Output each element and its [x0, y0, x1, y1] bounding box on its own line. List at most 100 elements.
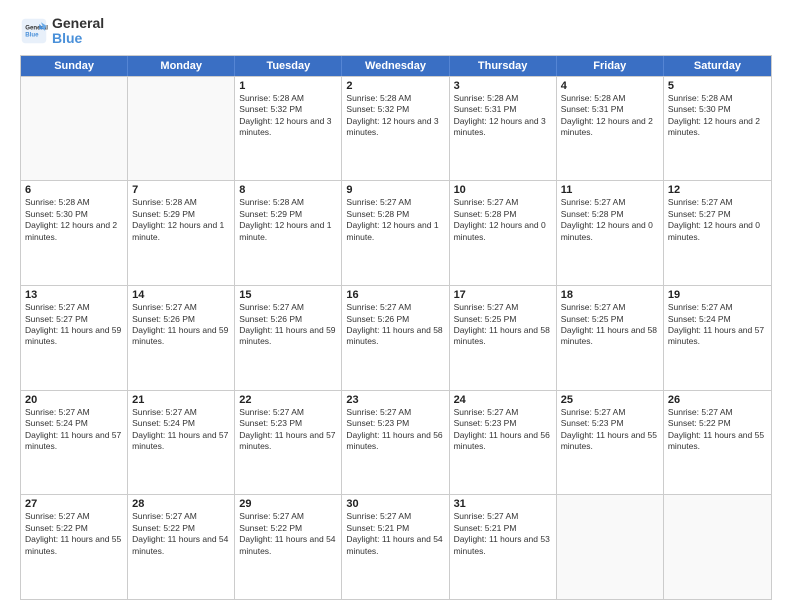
day-number: 21 — [132, 394, 230, 406]
calendar-cell: 25Sunrise: 5:27 AM Sunset: 5:23 PM Dayli… — [557, 391, 664, 495]
calendar-cell: 11Sunrise: 5:27 AM Sunset: 5:28 PM Dayli… — [557, 181, 664, 285]
weekday-header: Sunday — [21, 56, 128, 76]
calendar-cell — [557, 495, 664, 599]
cell-details: Sunrise: 5:27 AM Sunset: 5:21 PM Dayligh… — [454, 511, 552, 557]
cell-details: Sunrise: 5:27 AM Sunset: 5:22 PM Dayligh… — [132, 511, 230, 557]
day-number: 18 — [561, 289, 659, 301]
day-number: 16 — [346, 289, 444, 301]
cell-details: Sunrise: 5:27 AM Sunset: 5:21 PM Dayligh… — [346, 511, 444, 557]
weekday-header: Saturday — [664, 56, 771, 76]
day-number: 19 — [668, 289, 767, 301]
calendar-row: 27 Sunrise: 5:27 AM Sunset: 5:22 PM Dayli… — [21, 494, 771, 599]
calendar-cell: 5Sunrise: 5:28 AM Sunset: 5:30 PM Daylig… — [664, 77, 771, 181]
cell-details: Sunrise: 5:27 AM Sunset: 5:22 PM Dayligh… — [668, 407, 767, 453]
calendar-body: 1 Sunrise: 5:28 AM Sunset: 5:32 PM Daylig… — [21, 76, 771, 599]
page-header: General Blue General Blue — [20, 16, 772, 47]
calendar-cell: 13Sunrise: 5:27 AM Sunset: 5:27 PM Dayli… — [21, 286, 128, 390]
calendar-cell: 15Sunrise: 5:27 AM Sunset: 5:26 PM Dayli… — [235, 286, 342, 390]
calendar-cell: 19Sunrise: 5:27 AM Sunset: 5:24 PM Dayli… — [664, 286, 771, 390]
cell-details: Sunrise: 5:27 AM Sunset: 5:23 PM Dayligh… — [346, 407, 444, 453]
cell-details: Sunrise: 5:27 AM Sunset: 5:25 PM Dayligh… — [454, 302, 552, 348]
day-number: 27 — [25, 498, 123, 510]
logo-text: General Blue — [52, 16, 104, 47]
calendar-cell: 20Sunrise: 5:27 AM Sunset: 5:24 PM Dayli… — [21, 391, 128, 495]
cell-details: Sunrise: 5:28 AM Sunset: 5:32 PM Dayligh… — [346, 93, 444, 139]
calendar-cell — [21, 77, 128, 181]
day-number: 20 — [25, 394, 123, 406]
day-number: 3 — [454, 80, 552, 92]
cell-details: Sunrise: 5:28 AM Sunset: 5:30 PM Dayligh… — [668, 93, 767, 139]
day-number: 1 — [239, 80, 337, 92]
calendar-cell: 6Sunrise: 5:28 AM Sunset: 5:30 PM Daylig… — [21, 181, 128, 285]
logo-icon: General Blue — [20, 17, 48, 45]
calendar-row: 13Sunrise: 5:27 AM Sunset: 5:27 PM Dayli… — [21, 285, 771, 390]
calendar-cell — [128, 77, 235, 181]
calendar-cell: 27Sunrise: 5:27 AM Sunset: 5:22 PM Dayli… — [21, 495, 128, 599]
calendar-cell: 2Sunrise: 5:28 AM Sunset: 5:32 PM Daylig… — [342, 77, 449, 181]
weekday-header: Monday — [128, 56, 235, 76]
cell-details: Sunrise: 5:27 AM Sunset: 5:23 PM Dayligh… — [239, 407, 337, 453]
cell-details: Sunrise: 5:27 AM Sunset: 5:22 PM Dayligh… — [239, 511, 337, 557]
calendar-row: 1 Sunrise: 5:28 AM Sunset: 5:32 PM Daylig… — [21, 76, 771, 181]
day-number: 9 — [346, 184, 444, 196]
day-number: 4 — [561, 80, 659, 92]
calendar-row: 20Sunrise: 5:27 AM Sunset: 5:24 PM Dayli… — [21, 390, 771, 495]
calendar-cell: 17Sunrise: 5:27 AM Sunset: 5:25 PM Dayli… — [450, 286, 557, 390]
cell-details: Sunrise: 5:27 AM Sunset: 5:26 PM Dayligh… — [239, 302, 337, 348]
cell-details: Sunrise: 5:27 AM Sunset: 5:27 PM Dayligh… — [668, 197, 767, 243]
calendar-grid: SundayMondayTuesdayWednesdayThursdayFrid… — [20, 55, 772, 600]
day-number: 28 — [132, 498, 230, 510]
cell-details: Sunrise: 5:27 AM Sunset: 5:24 PM Dayligh… — [25, 407, 123, 453]
logo: General Blue General Blue — [20, 16, 104, 47]
cell-details: Sunrise: 5:28 AM Sunset: 5:29 PM Dayligh… — [239, 197, 337, 243]
weekday-header: Tuesday — [235, 56, 342, 76]
svg-text:Blue: Blue — [25, 32, 39, 39]
calendar-cell: 3Sunrise: 5:28 AM Sunset: 5:31 PM Daylig… — [450, 77, 557, 181]
calendar-cell: 23Sunrise: 5:27 AM Sunset: 5:23 PM Dayli… — [342, 391, 449, 495]
cell-details: Sunrise: 5:28 AM Sunset: 5:31 PM Dayligh… — [454, 93, 552, 139]
weekday-header: Friday — [557, 56, 664, 76]
day-number: 30 — [346, 498, 444, 510]
calendar-cell: 31Sunrise: 5:27 AM Sunset: 5:21 PM Dayli… — [450, 495, 557, 599]
calendar-cell: 14Sunrise: 5:27 AM Sunset: 5:26 PM Dayli… — [128, 286, 235, 390]
calendar-cell: 28Sunrise: 5:27 AM Sunset: 5:22 PM Dayli… — [128, 495, 235, 599]
cell-details: Sunrise: 5:27 AM Sunset: 5:26 PM Dayligh… — [132, 302, 230, 348]
day-number: 2 — [346, 80, 444, 92]
calendar-cell: 18Sunrise: 5:27 AM Sunset: 5:25 PM Dayli… — [557, 286, 664, 390]
cell-details: Sunrise: 5:27 AM Sunset: 5:23 PM Dayligh… — [561, 407, 659, 453]
calendar-cell: 30Sunrise: 5:27 AM Sunset: 5:21 PM Dayli… — [342, 495, 449, 599]
day-number: 25 — [561, 394, 659, 406]
calendar-cell: 7Sunrise: 5:28 AM Sunset: 5:29 PM Daylig… — [128, 181, 235, 285]
day-number: 24 — [454, 394, 552, 406]
weekday-header: Thursday — [450, 56, 557, 76]
day-number: 5 — [668, 80, 767, 92]
day-number: 8 — [239, 184, 337, 196]
cell-details: Sunrise: 5:27 AM Sunset: 5:28 PM Dayligh… — [454, 197, 552, 243]
calendar-row: 6Sunrise: 5:28 AM Sunset: 5:30 PM Daylig… — [21, 180, 771, 285]
calendar-cell: 26Sunrise: 5:27 AM Sunset: 5:22 PM Dayli… — [664, 391, 771, 495]
cell-details: Sunrise: 5:27 AM Sunset: 5:28 PM Dayligh… — [346, 197, 444, 243]
calendar-cell — [664, 495, 771, 599]
cell-details: Sunrise: 5:27 AM Sunset: 5:25 PM Dayligh… — [561, 302, 659, 348]
calendar-cell: 21Sunrise: 5:27 AM Sunset: 5:24 PM Dayli… — [128, 391, 235, 495]
calendar-cell: 29Sunrise: 5:27 AM Sunset: 5:22 PM Dayli… — [235, 495, 342, 599]
cell-details: Sunrise: 5:28 AM Sunset: 5:30 PM Dayligh… — [25, 197, 123, 243]
calendar-cell: 22Sunrise: 5:27 AM Sunset: 5:23 PM Dayli… — [235, 391, 342, 495]
calendar-cell: 4Sunrise: 5:28 AM Sunset: 5:31 PM Daylig… — [557, 77, 664, 181]
day-number: 7 — [132, 184, 230, 196]
cell-details: Sunrise: 5:27 AM Sunset: 5:27 PM Dayligh… — [25, 302, 123, 348]
day-number: 13 — [25, 289, 123, 301]
calendar-cell: 8Sunrise: 5:28 AM Sunset: 5:29 PM Daylig… — [235, 181, 342, 285]
day-number: 15 — [239, 289, 337, 301]
day-number: 14 — [132, 289, 230, 301]
calendar-page: General Blue General Blue SundayMondayTu… — [0, 0, 792, 612]
day-number: 17 — [454, 289, 552, 301]
cell-details: Sunrise: 5:28 AM Sunset: 5:31 PM Dayligh… — [561, 93, 659, 139]
calendar-cell: 12Sunrise: 5:27 AM Sunset: 5:27 PM Dayli… — [664, 181, 771, 285]
day-number: 26 — [668, 394, 767, 406]
calendar-cell: 24Sunrise: 5:27 AM Sunset: 5:23 PM Dayli… — [450, 391, 557, 495]
weekday-header: Wednesday — [342, 56, 449, 76]
day-number: 23 — [346, 394, 444, 406]
day-number: 6 — [25, 184, 123, 196]
cell-details: Sunrise: 5:27 AM Sunset: 5:24 PM Dayligh… — [132, 407, 230, 453]
